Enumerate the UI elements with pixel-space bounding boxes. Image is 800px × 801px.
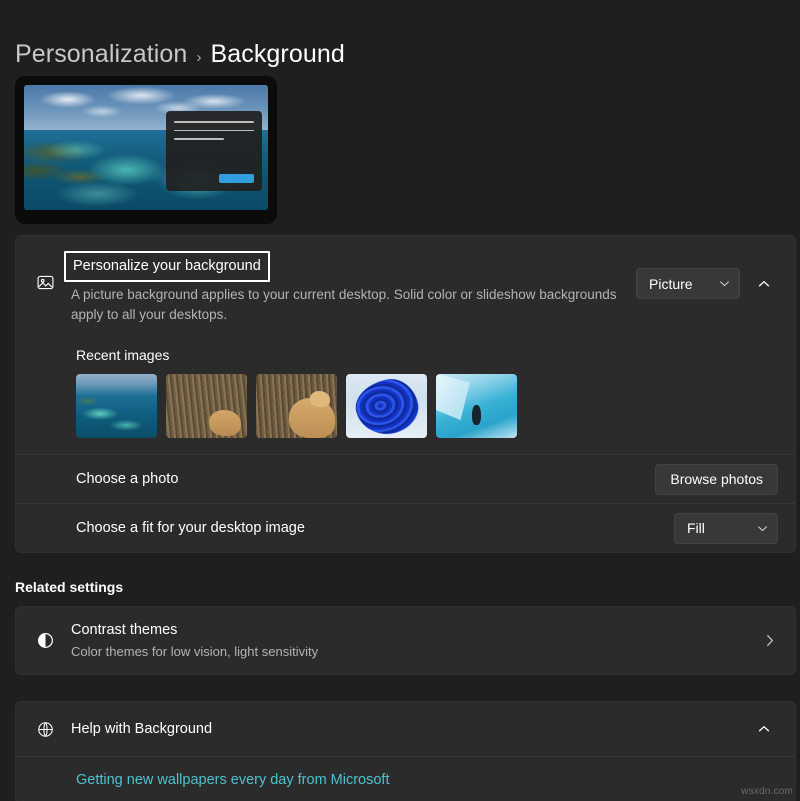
globe-help-icon: [33, 720, 57, 739]
page-title: Background: [210, 40, 344, 69]
preview-mock-dialog: [166, 111, 262, 191]
thumb-coastline[interactable]: [76, 374, 157, 438]
related-item-contrast-themes[interactable]: Contrast themes Color themes for low vis…: [16, 607, 795, 674]
recent-images-block: Recent images: [16, 341, 795, 454]
recent-images-list: [76, 374, 778, 438]
thumb-windows-bloom[interactable]: [346, 374, 427, 438]
breadcrumb: Personalization › Background: [0, 0, 800, 64]
help-links-body: Getting new wallpapers every day from Mi…: [16, 757, 795, 801]
personalize-title: Personalize your background: [64, 251, 270, 282]
chevron-down-icon: [719, 280, 730, 287]
thumb-lion-closeup[interactable]: [256, 374, 337, 438]
desktop-fit-dropdown[interactable]: Fill: [674, 513, 778, 544]
related-settings-card: Contrast themes Color themes for low vis…: [15, 606, 796, 675]
contrast-icon: [33, 631, 57, 650]
thumb-penguin-ice[interactable]: [436, 374, 517, 438]
preview-dialog-line: [174, 121, 254, 123]
chevron-up-icon: [758, 725, 770, 733]
background-type-value: Picture: [649, 276, 693, 292]
chevron-up-icon: [758, 280, 770, 288]
site-watermark: wsxdn.com: [741, 786, 793, 797]
choose-fit-label: Choose a fit for your desktop image: [76, 520, 674, 536]
breadcrumb-parent-link[interactable]: Personalization: [15, 40, 187, 69]
choose-photo-label: Choose a photo: [76, 471, 655, 487]
related-item-title: Contrast themes: [71, 620, 766, 640]
personalize-text-column: Personalize your background A picture ba…: [71, 252, 636, 325]
background-type-dropdown[interactable]: Picture: [636, 268, 740, 299]
help-link-new-wallpapers[interactable]: Getting new wallpapers every day from Mi…: [76, 772, 390, 788]
chevron-right-icon: [766, 634, 778, 647]
related-settings-heading: Related settings: [15, 579, 800, 595]
browse-photos-button[interactable]: Browse photos: [655, 464, 778, 495]
help-expander-toggle[interactable]: [750, 715, 778, 743]
personalize-description: A picture background applies to your cur…: [71, 285, 636, 325]
help-title: Help with Background: [71, 721, 750, 737]
thumb-lioness-grass[interactable]: [166, 374, 247, 438]
recent-images-label: Recent images: [76, 347, 778, 363]
personalize-background-row: Personalize your background A picture ba…: [16, 236, 795, 341]
breadcrumb-separator-icon: ›: [196, 49, 201, 66]
chevron-down-icon: [757, 525, 768, 532]
picture-icon: [33, 273, 57, 292]
choose-photo-row: Choose a photo Browse photos: [16, 455, 795, 503]
related-item-subtitle: Color themes for low vision, light sensi…: [71, 642, 766, 661]
related-item-text-column: Contrast themes Color themes for low vis…: [71, 620, 766, 661]
personalize-background-card: Personalize your background A picture ba…: [15, 235, 796, 553]
preview-dialog-line: [174, 130, 254, 132]
personalize-actions: Picture: [636, 268, 778, 299]
help-with-background-card: Help with Background Getting new wallpap…: [15, 701, 796, 801]
preview-dialog-accent-button: [219, 174, 254, 183]
preview-dialog-line: [174, 138, 224, 140]
help-header-row[interactable]: Help with Background: [16, 702, 795, 756]
choose-fit-row: Choose a fit for your desktop image Fill: [16, 504, 795, 552]
personalize-expander-toggle[interactable]: [750, 270, 778, 298]
preview-wallpaper: [24, 85, 268, 210]
desktop-fit-value: Fill: [687, 520, 705, 536]
preview-reef-mid: [87, 154, 165, 187]
desktop-preview: [15, 76, 277, 224]
